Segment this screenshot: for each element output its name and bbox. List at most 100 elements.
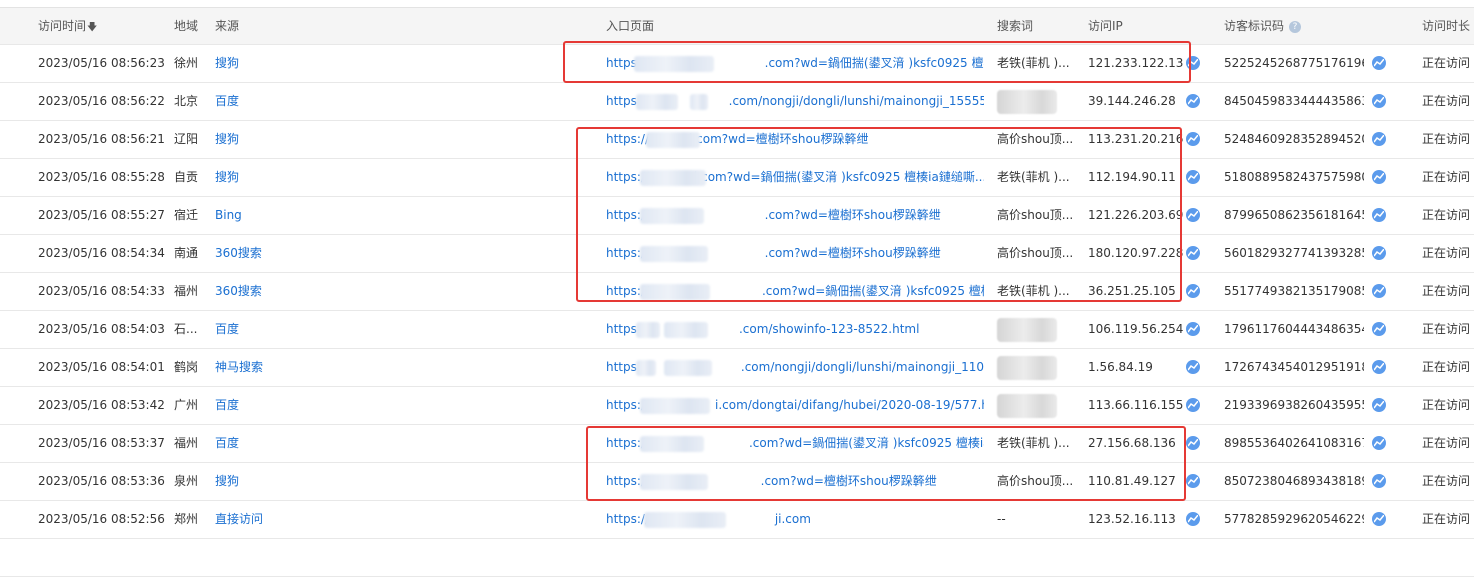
source-link[interactable]: 搜狗 [215, 121, 325, 158]
trend-chart-icon[interactable] [1186, 169, 1200, 184]
highlight-box [586, 426, 1186, 501]
trend-chart-icon[interactable] [1372, 207, 1386, 222]
visitor-id: 5225245268775176196 [1224, 56, 1364, 70]
source-link[interactable]: 360搜索 [215, 273, 325, 310]
ip-trend-icon[interactable] [1186, 425, 1202, 462]
ip-trend-icon[interactable] [1186, 463, 1202, 500]
trend-chart-icon[interactable] [1186, 207, 1200, 222]
visitor-trend-icon[interactable] [1372, 387, 1388, 424]
table-row: 2023/05/16 08:54:01 鹤岗 神马搜索 https .com/nongj… [0, 349, 1474, 387]
visitor-ip: 1.56.84.19 [1088, 360, 1153, 374]
trend-chart-icon[interactable] [1372, 283, 1386, 298]
visit-time: 2023/05/16 08:55:27 [38, 208, 165, 222]
source-link[interactable]: 搜狗 [215, 159, 325, 196]
source-link[interactable]: 百度 [215, 311, 325, 348]
ip-trend-icon[interactable] [1186, 501, 1202, 538]
ip-trend-icon[interactable] [1186, 159, 1202, 196]
region: 北京 [174, 94, 199, 108]
source-link[interactable]: 神马搜索 [215, 349, 325, 386]
visitor-trend-icon[interactable] [1372, 311, 1388, 348]
entry-page-link[interactable]: https .com/nongji/dongli/lunshi/mainongji… [606, 349, 984, 386]
ip-trend-icon[interactable] [1186, 235, 1202, 272]
source-link[interactable]: 360搜索 [215, 235, 325, 272]
trend-chart-icon[interactable] [1186, 359, 1200, 374]
table-row: 2023/05/16 08:53:42 广州 百度 https:/i.com/dong… [0, 387, 1474, 425]
visitor-trend-icon[interactable] [1372, 463, 1388, 500]
visitor-trend-icon[interactable] [1372, 349, 1388, 386]
trend-chart-icon[interactable] [1186, 473, 1200, 488]
visitor-trend-icon[interactable] [1372, 425, 1388, 462]
search-keyword: -- [997, 512, 1006, 526]
region: 福州 [174, 436, 199, 450]
ip-trend-icon[interactable] [1186, 273, 1202, 310]
region: 宿迁 [174, 208, 199, 222]
source-link[interactable]: 百度 [215, 425, 325, 462]
visit-duration: 正在访问 [1422, 246, 1471, 260]
visitor-id: 5601829327741393285 [1224, 246, 1364, 260]
column-header-time[interactable]: 访问时间🡇 [38, 8, 168, 45]
visitor-trend-icon[interactable] [1372, 159, 1388, 196]
trend-chart-icon[interactable] [1372, 55, 1386, 70]
trend-chart-icon[interactable] [1372, 473, 1386, 488]
visitor-id: 5778285929620546229 [1224, 512, 1364, 526]
ip-trend-icon[interactable] [1186, 349, 1202, 386]
trend-chart-icon[interactable] [1186, 397, 1200, 412]
trend-chart-icon[interactable] [1372, 93, 1386, 108]
ip-trend-icon[interactable] [1186, 197, 1202, 234]
entry-page-link[interactable]: https: .com/showinfo-123-8522.html [606, 311, 984, 348]
source-link[interactable]: 搜狗 [215, 45, 325, 82]
trend-chart-icon[interactable] [1186, 93, 1200, 108]
source-link[interactable]: 搜狗 [215, 463, 325, 500]
visit-time: 2023/05/16 08:55:28 [38, 170, 165, 184]
ip-trend-icon[interactable] [1186, 311, 1202, 348]
column-header-visitor-id: 访客标识码? [1224, 8, 1404, 45]
visit-time: 2023/05/16 08:53:36 [38, 474, 165, 488]
trend-chart-icon[interactable] [1372, 359, 1386, 374]
trend-chart-icon[interactable] [1372, 321, 1386, 336]
trend-chart-icon[interactable] [1372, 435, 1386, 450]
visitor-ip: 39.144.246.28 [1088, 94, 1176, 108]
trend-chart-icon[interactable] [1186, 131, 1200, 146]
visitor-trend-icon[interactable] [1372, 83, 1388, 120]
visitor-trend-icon[interactable] [1372, 501, 1388, 538]
visitor-trend-icon[interactable] [1372, 273, 1388, 310]
source-link[interactable]: 百度 [215, 83, 325, 120]
sort-down-arrow-icon[interactable]: 🡇 [87, 22, 97, 33]
visitor-ip: 123.52.16.113 [1088, 512, 1176, 526]
ip-trend-icon[interactable] [1186, 83, 1202, 120]
trend-chart-icon[interactable] [1372, 169, 1386, 184]
column-header-region: 地域 [174, 19, 199, 33]
visit-time: 2023/05/16 08:56:21 [38, 132, 165, 146]
trend-chart-icon[interactable] [1372, 131, 1386, 146]
visit-duration: 正在访问 [1422, 56, 1471, 70]
table-row: 2023/05/16 08:52:56 郑州 直接访问 https://w ji.com… [0, 501, 1474, 539]
visitor-trend-icon[interactable] [1372, 121, 1388, 158]
entry-url-end: .com/nongji/dongli/lunshi/mainongji_1555… [728, 94, 984, 108]
trend-chart-icon[interactable] [1186, 245, 1200, 260]
region: 鹤岗 [174, 360, 199, 374]
trend-chart-icon[interactable] [1372, 397, 1386, 412]
visit-time: 2023/05/16 08:56:23 [38, 56, 165, 70]
visitor-id: 1726743454012951918 [1224, 360, 1364, 374]
trend-chart-icon[interactable] [1372, 511, 1386, 526]
source-link[interactable]: 百度 [215, 387, 325, 424]
visit-duration: 正在访问 [1422, 94, 1471, 108]
column-header-ip: 访问IP [1088, 19, 1123, 33]
visitor-trend-icon[interactable] [1372, 45, 1388, 82]
source-link[interactable]: 直接访问 [215, 501, 325, 538]
trend-chart-icon[interactable] [1372, 245, 1386, 260]
trend-chart-icon[interactable] [1186, 321, 1200, 336]
trend-chart-icon[interactable] [1186, 283, 1200, 298]
column-header-source: 来源 [215, 19, 240, 33]
visit-time: 2023/05/16 08:56:22 [38, 94, 165, 108]
question-circle-icon[interactable]: ? [1289, 20, 1302, 33]
source-link[interactable]: Bing [215, 197, 325, 234]
ip-trend-icon[interactable] [1186, 387, 1202, 424]
visitor-trend-icon[interactable] [1372, 197, 1388, 234]
trend-chart-icon[interactable] [1186, 435, 1200, 450]
visit-duration: 正在访问 [1422, 322, 1471, 336]
trend-chart-icon[interactable] [1186, 511, 1200, 526]
visitor-trend-icon[interactable] [1372, 235, 1388, 272]
visit-duration: 正在访问 [1422, 398, 1471, 412]
ip-trend-icon[interactable] [1186, 121, 1202, 158]
